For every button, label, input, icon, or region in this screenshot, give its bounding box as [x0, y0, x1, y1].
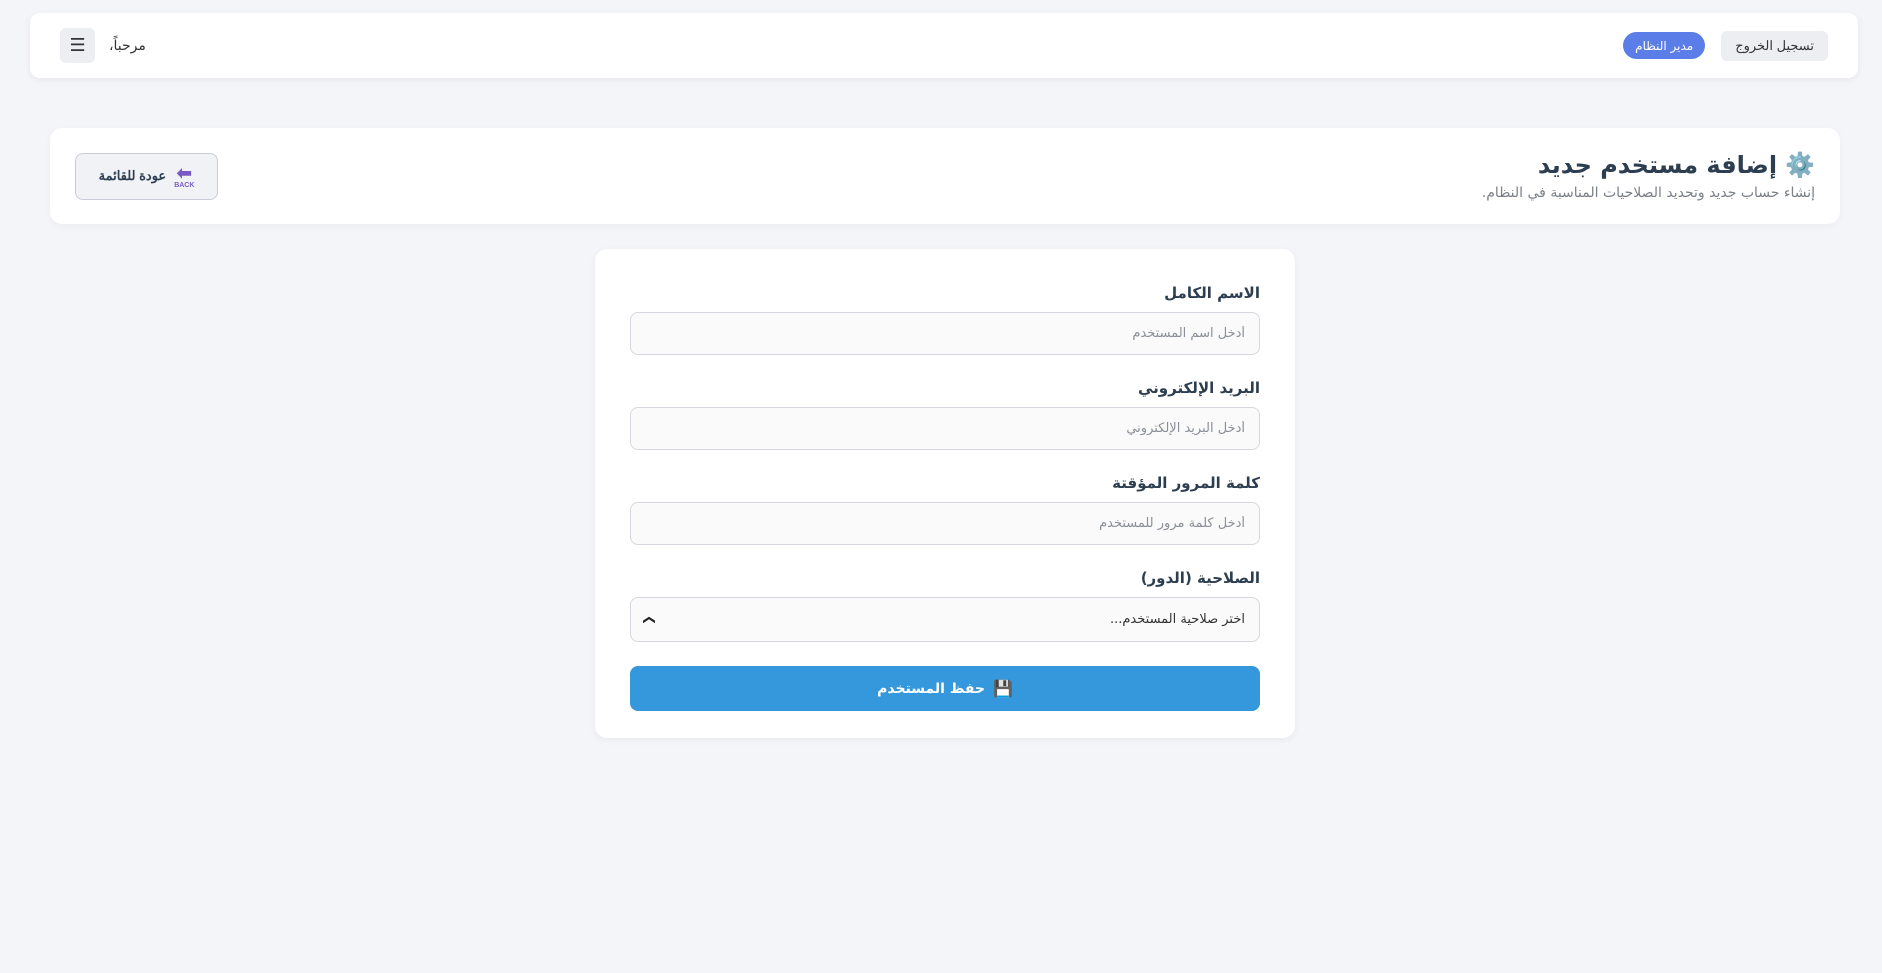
- page-title: إضافة مستخدم جديد: [1537, 151, 1778, 179]
- role-select-value: اختر صلاحية المستخدم...: [1109, 612, 1245, 627]
- chevron-down-icon: ❯: [643, 614, 658, 625]
- full-name-label: الاسم الكامل: [1164, 284, 1260, 302]
- title-row: ⚙️ إضافة مستخدم جديد: [1482, 151, 1815, 179]
- role-select[interactable]: اختر صلاحية المستخدم... ❯: [630, 597, 1260, 642]
- logout-button[interactable]: تسجيل الخروج: [1721, 30, 1828, 61]
- navbar-user: مرحباً، ☰: [60, 28, 146, 63]
- back-button-label: عودة للقائمة: [98, 168, 167, 183]
- role-field-group: الصلاحية (الدور) اختر صلاحية المستخدم...…: [630, 569, 1260, 642]
- back-icon-text: BACK: [174, 181, 195, 189]
- save-button-label: حفظ المستخدم: [877, 680, 985, 697]
- welcome-text: مرحباً،: [109, 37, 146, 54]
- email-input[interactable]: [630, 407, 1260, 450]
- back-to-list-button[interactable]: ⬅ BACK عودة للقائمة: [75, 152, 218, 200]
- role-badge: مدير النظام: [1623, 32, 1706, 59]
- save-user-button[interactable]: 💾 حفظ المستخدم: [630, 666, 1260, 711]
- add-user-form: الاسم الكامل البريد الإلكتروني كلمة المر…: [595, 249, 1295, 738]
- temp-password-input[interactable]: [630, 502, 1260, 545]
- full-name-input[interactable]: [630, 312, 1260, 355]
- role-label: الصلاحية (الدور): [1140, 569, 1260, 587]
- back-arrow-icon: ⬅ BACK: [174, 164, 194, 189]
- email-field-group: البريد الإلكتروني: [630, 379, 1260, 450]
- floppy-disk-icon: 💾: [992, 679, 1013, 698]
- navbar-actions: تسجيل الخروج مدير النظام: [1623, 30, 1828, 61]
- title-block: ⚙️ إضافة مستخدم جديد إنشاء حساب جديد وتح…: [1482, 151, 1815, 201]
- password-field-group: كلمة المرور المؤقتة: [630, 474, 1260, 545]
- hamburger-menu-icon[interactable]: ☰: [60, 28, 95, 63]
- full-name-field-group: الاسم الكامل: [630, 284, 1260, 355]
- gear-icon: ⚙️: [1785, 151, 1815, 179]
- password-label: كلمة المرور المؤقتة: [1112, 474, 1260, 492]
- email-label: البريد الإلكتروني: [1138, 379, 1260, 397]
- back-arrow-glyph: ⬅: [176, 162, 192, 183]
- top-navbar: تسجيل الخروج مدير النظام مرحباً، ☰: [30, 13, 1858, 78]
- page-subtitle: إنشاء حساب جديد وتحديد الصلاحيات المناسب…: [1481, 185, 1815, 201]
- page-header: ⚙️ إضافة مستخدم جديد إنشاء حساب جديد وتح…: [50, 128, 1840, 224]
